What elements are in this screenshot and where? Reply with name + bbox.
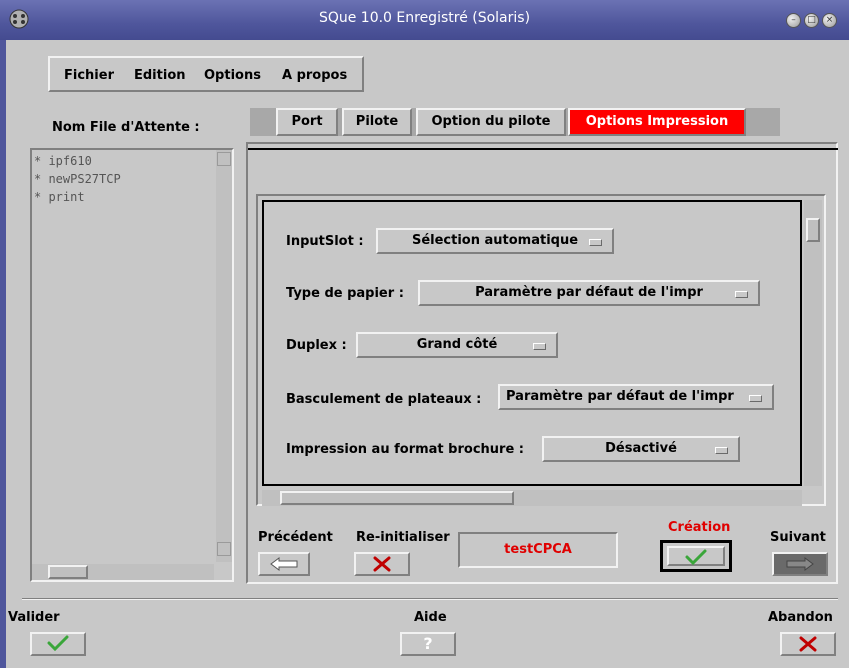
queue-name-field[interactable]: testCPCA: [458, 532, 618, 568]
paper-type-select[interactable]: Paramètre par défaut de l'impr: [418, 280, 760, 306]
options-area: InputSlot : Sélection automatique Type d…: [262, 200, 802, 486]
chevron-down-icon: [715, 447, 728, 454]
scroll-up-arrow[interactable]: [217, 152, 231, 166]
validate-button[interactable]: [30, 632, 86, 656]
vertical-scrollbar[interactable]: [216, 150, 232, 562]
tray-switch-value: Paramètre par défaut de l'impr: [506, 389, 734, 404]
menu-options[interactable]: Options: [204, 68, 261, 83]
inputslot-label: InputSlot :: [286, 234, 364, 249]
help-label: Aide: [414, 610, 447, 625]
tab-port[interactable]: Port: [276, 108, 338, 136]
booklet-label: Impression au format brochure :: [286, 442, 524, 457]
next-button[interactable]: [772, 552, 828, 576]
cancel-label: Abandon: [768, 610, 833, 625]
scroll-thumb[interactable]: [806, 218, 820, 242]
create-label: Création: [668, 520, 731, 535]
previous-label: Précédent: [258, 530, 333, 545]
chevron-down-icon: [589, 239, 602, 246]
queue-label: Nom File d'Attente :: [52, 120, 200, 135]
question-icon: ?: [423, 634, 433, 653]
scroll-thumb[interactable]: [48, 565, 88, 579]
cancel-button[interactable]: [780, 632, 836, 656]
booklet-value: Désactivé: [605, 441, 677, 456]
queue-list[interactable]: * ipf610 * newPS27TCP * print: [30, 148, 234, 582]
paper-type-label: Type de papier :: [286, 286, 404, 301]
separator: [22, 598, 838, 600]
maximize-icon[interactable]: □: [804, 13, 819, 28]
duplex-value: Grand côté: [416, 337, 498, 352]
x-icon: [373, 556, 391, 572]
scroll-thumb[interactable]: [280, 491, 514, 505]
tab-options-impression[interactable]: Options Impression: [568, 108, 746, 136]
menu-bar: Fichier Edition Options A propos: [48, 56, 364, 92]
options-horizontal-scrollbar[interactable]: [262, 490, 802, 506]
inputslot-value: Sélection automatique: [411, 233, 579, 248]
chevron-down-icon: [749, 395, 762, 402]
inputslot-select[interactable]: Sélection automatique: [376, 228, 614, 254]
check-icon: [47, 635, 69, 652]
paper-type-value: Paramètre par défaut de l'impr: [475, 285, 703, 300]
tab-option-pilote[interactable]: Option du pilote: [416, 108, 566, 136]
arrow-left-icon: [270, 557, 298, 571]
chevron-down-icon: [533, 343, 546, 350]
reset-label: Re-initialiser: [356, 530, 450, 545]
arrow-right-icon: [786, 557, 814, 571]
check-icon: [685, 549, 707, 566]
scroll-down-arrow[interactable]: [217, 542, 231, 556]
menu-fichier[interactable]: Fichier: [64, 68, 114, 83]
menu-apropos[interactable]: A propos: [282, 68, 347, 83]
help-button[interactable]: ?: [400, 632, 456, 656]
list-item[interactable]: * print: [34, 188, 85, 206]
tray-switch-label: Basculement de plateaux :: [286, 392, 482, 407]
previous-button[interactable]: [258, 552, 310, 576]
horizontal-scrollbar[interactable]: [32, 564, 214, 580]
create-button[interactable]: [660, 540, 732, 572]
window-frame: [0, 40, 6, 668]
next-label: Suivant: [770, 530, 826, 545]
tab-pilote[interactable]: Pilote: [342, 108, 412, 136]
minimize-icon[interactable]: –: [786, 13, 801, 28]
menu-edition[interactable]: Edition: [134, 68, 186, 83]
tray-switch-select[interactable]: Paramètre par défaut de l'impr: [498, 384, 774, 410]
x-icon: [799, 636, 817, 652]
validate-label: Valider: [8, 610, 60, 625]
reset-button[interactable]: [354, 552, 410, 576]
booklet-select[interactable]: Désactivé: [542, 436, 740, 462]
close-icon[interactable]: ×: [822, 13, 837, 28]
list-item[interactable]: * newPS27TCP: [34, 170, 121, 188]
panel-top-rule: [248, 144, 838, 150]
window-title: SQue 10.0 Enregistré (Solaris): [318, 10, 531, 26]
options-vertical-scrollbar[interactable]: [804, 200, 822, 486]
duplex-select[interactable]: Grand côté: [356, 332, 558, 358]
list-item[interactable]: * ipf610: [34, 152, 92, 170]
create-button-face: [667, 546, 725, 566]
chevron-down-icon: [735, 291, 748, 298]
duplex-label: Duplex :: [286, 338, 347, 353]
